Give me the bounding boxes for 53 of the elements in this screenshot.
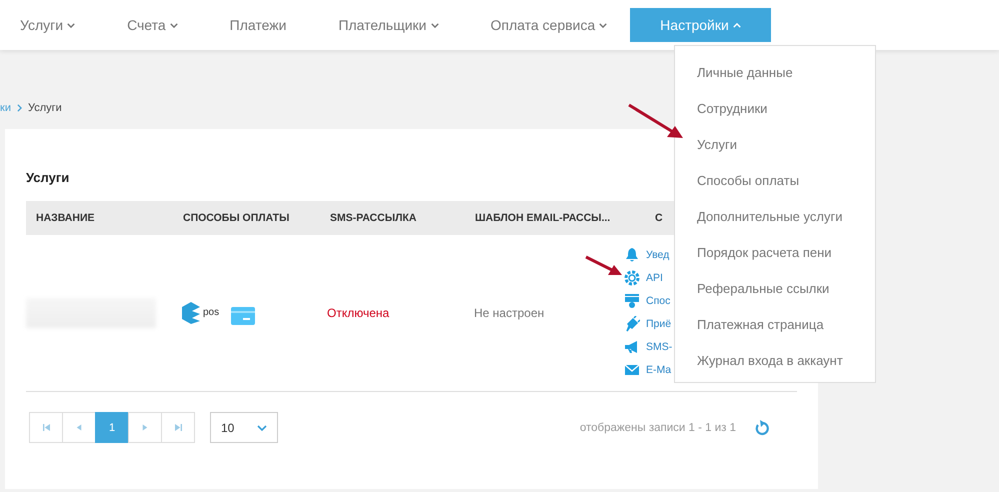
card-title: Услуги bbox=[26, 170, 70, 185]
bell-icon bbox=[624, 247, 640, 263]
first-page-button[interactable] bbox=[29, 412, 63, 443]
action-link[interactable]: API bbox=[624, 268, 672, 288]
menu-item[interactable]: Дополнительные услуги bbox=[697, 198, 875, 234]
menu-item[interactable]: Платежная страница bbox=[697, 306, 875, 342]
chevron-down-icon bbox=[257, 424, 267, 430]
menu-item[interactable]: Порядок расчета пени bbox=[697, 234, 875, 270]
first-page-icon bbox=[42, 424, 50, 431]
nav-tab[interactable]: Оплата сервиса bbox=[490, 8, 608, 42]
menu-item[interactable]: Способы оплаты bbox=[697, 162, 875, 198]
menu-item[interactable]: Личные данные bbox=[697, 54, 875, 90]
menu-item[interactable]: Сотрудники bbox=[697, 90, 875, 126]
column-header: СПОСОБЫ ОПЛАТЫ bbox=[183, 212, 290, 224]
menu-item[interactable]: Реферальные ссылки bbox=[697, 270, 875, 306]
action-link[interactable]: Увед bbox=[624, 246, 672, 264]
last-page-icon bbox=[174, 424, 182, 431]
previous-page-icon bbox=[76, 424, 82, 431]
last-page-button[interactable] bbox=[161, 412, 195, 443]
next-page-icon bbox=[142, 424, 148, 431]
nav-tab[interactable]: Счета bbox=[127, 8, 178, 42]
nav-tab[interactable]: Платежи bbox=[230, 8, 286, 42]
menu-item[interactable]: Услуги bbox=[697, 126, 875, 162]
page-button[interactable]: 1 bbox=[95, 412, 129, 443]
nav-tab[interactable]: Настройки bbox=[630, 8, 771, 42]
plug-icon bbox=[624, 316, 640, 332]
refresh-icon[interactable] bbox=[754, 420, 770, 436]
action-link[interactable]: E-Ma bbox=[624, 360, 672, 380]
column-header: SMS-РАССЫЛКА bbox=[330, 212, 418, 224]
email-template-status: Не настроен bbox=[474, 306, 546, 320]
nav-tab[interactable]: Услуги bbox=[20, 8, 76, 42]
gear-icon bbox=[624, 270, 640, 286]
records-info: отображены записи 1 - 1 из 1 bbox=[580, 422, 736, 434]
bank-card-icon bbox=[231, 306, 256, 324]
action-link[interactable]: Приё bbox=[624, 314, 672, 334]
sms-status: Отключена bbox=[327, 306, 390, 320]
chevron-right-icon bbox=[16, 104, 22, 112]
action-link[interactable]: Спос bbox=[624, 292, 672, 310]
mail-icon bbox=[624, 362, 640, 378]
column-header: С bbox=[655, 212, 663, 224]
previous-page-button[interactable] bbox=[62, 412, 96, 443]
action-link[interactable]: SMS- bbox=[624, 338, 672, 356]
terminal-icon bbox=[624, 293, 640, 309]
column-header: НАЗВАНИЕ bbox=[36, 212, 96, 224]
menu-item[interactable]: Журнал входа в аккаунт bbox=[697, 342, 875, 378]
next-page-button[interactable] bbox=[128, 412, 162, 443]
megaphone-icon bbox=[624, 339, 640, 355]
epos-logo: pos bbox=[181, 300, 220, 324]
nav-tab[interactable]: Плательщики bbox=[338, 8, 438, 42]
column-header: ШАБЛОН EMAIL-РАССЫ... bbox=[475, 212, 612, 224]
page-size-select[interactable]: 10 bbox=[210, 412, 278, 443]
breadcrumb-link[interactable]: ки bbox=[0, 102, 11, 114]
breadcrumb-current: Услуги bbox=[28, 102, 62, 114]
